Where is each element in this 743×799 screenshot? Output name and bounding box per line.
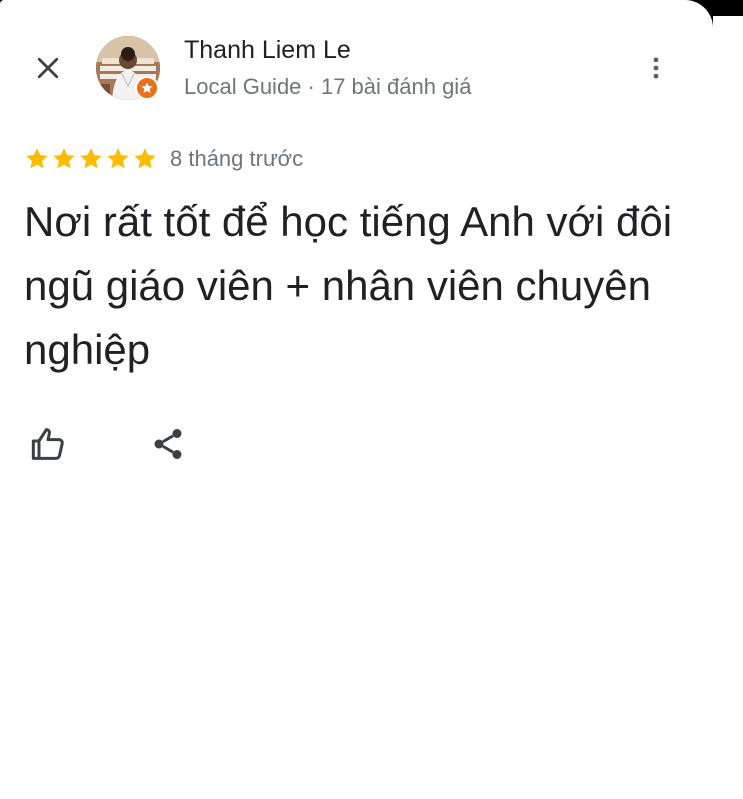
author-meta: Local Guide · 17 bài đánh giá — [184, 74, 472, 99]
avatar[interactable] — [96, 36, 160, 100]
share-icon — [154, 429, 182, 459]
star-icon — [107, 148, 129, 169]
star-icon — [134, 148, 156, 169]
star-icon — [80, 148, 102, 169]
close-icon — [37, 57, 59, 79]
share-button[interactable] — [144, 420, 192, 468]
star-rating — [24, 146, 158, 172]
review-time: 8 tháng trước — [170, 146, 304, 171]
review-text: Nơi rất tốt để học tiếng Anh với đôi ngũ… — [24, 198, 673, 373]
background-edge-top — [713, 0, 743, 16]
like-button[interactable] — [24, 420, 72, 468]
more-options-button[interactable] — [632, 44, 680, 92]
more-vert-icon — [653, 57, 659, 79]
star-icon — [53, 148, 75, 169]
review-card: Thanh Liem Le Local Guide · 17 bài đánh … — [0, 0, 713, 799]
local-guide-star-icon — [141, 82, 153, 93]
star-icon — [26, 148, 48, 169]
local-guide-badge — [135, 76, 159, 100]
close-button[interactable] — [22, 42, 74, 94]
rating-row: 8 tháng trước — [24, 146, 303, 172]
background-edge — [713, 0, 743, 799]
author-name[interactable]: Thanh Liem Le — [184, 36, 351, 65]
thumb-up-icon — [31, 428, 64, 460]
